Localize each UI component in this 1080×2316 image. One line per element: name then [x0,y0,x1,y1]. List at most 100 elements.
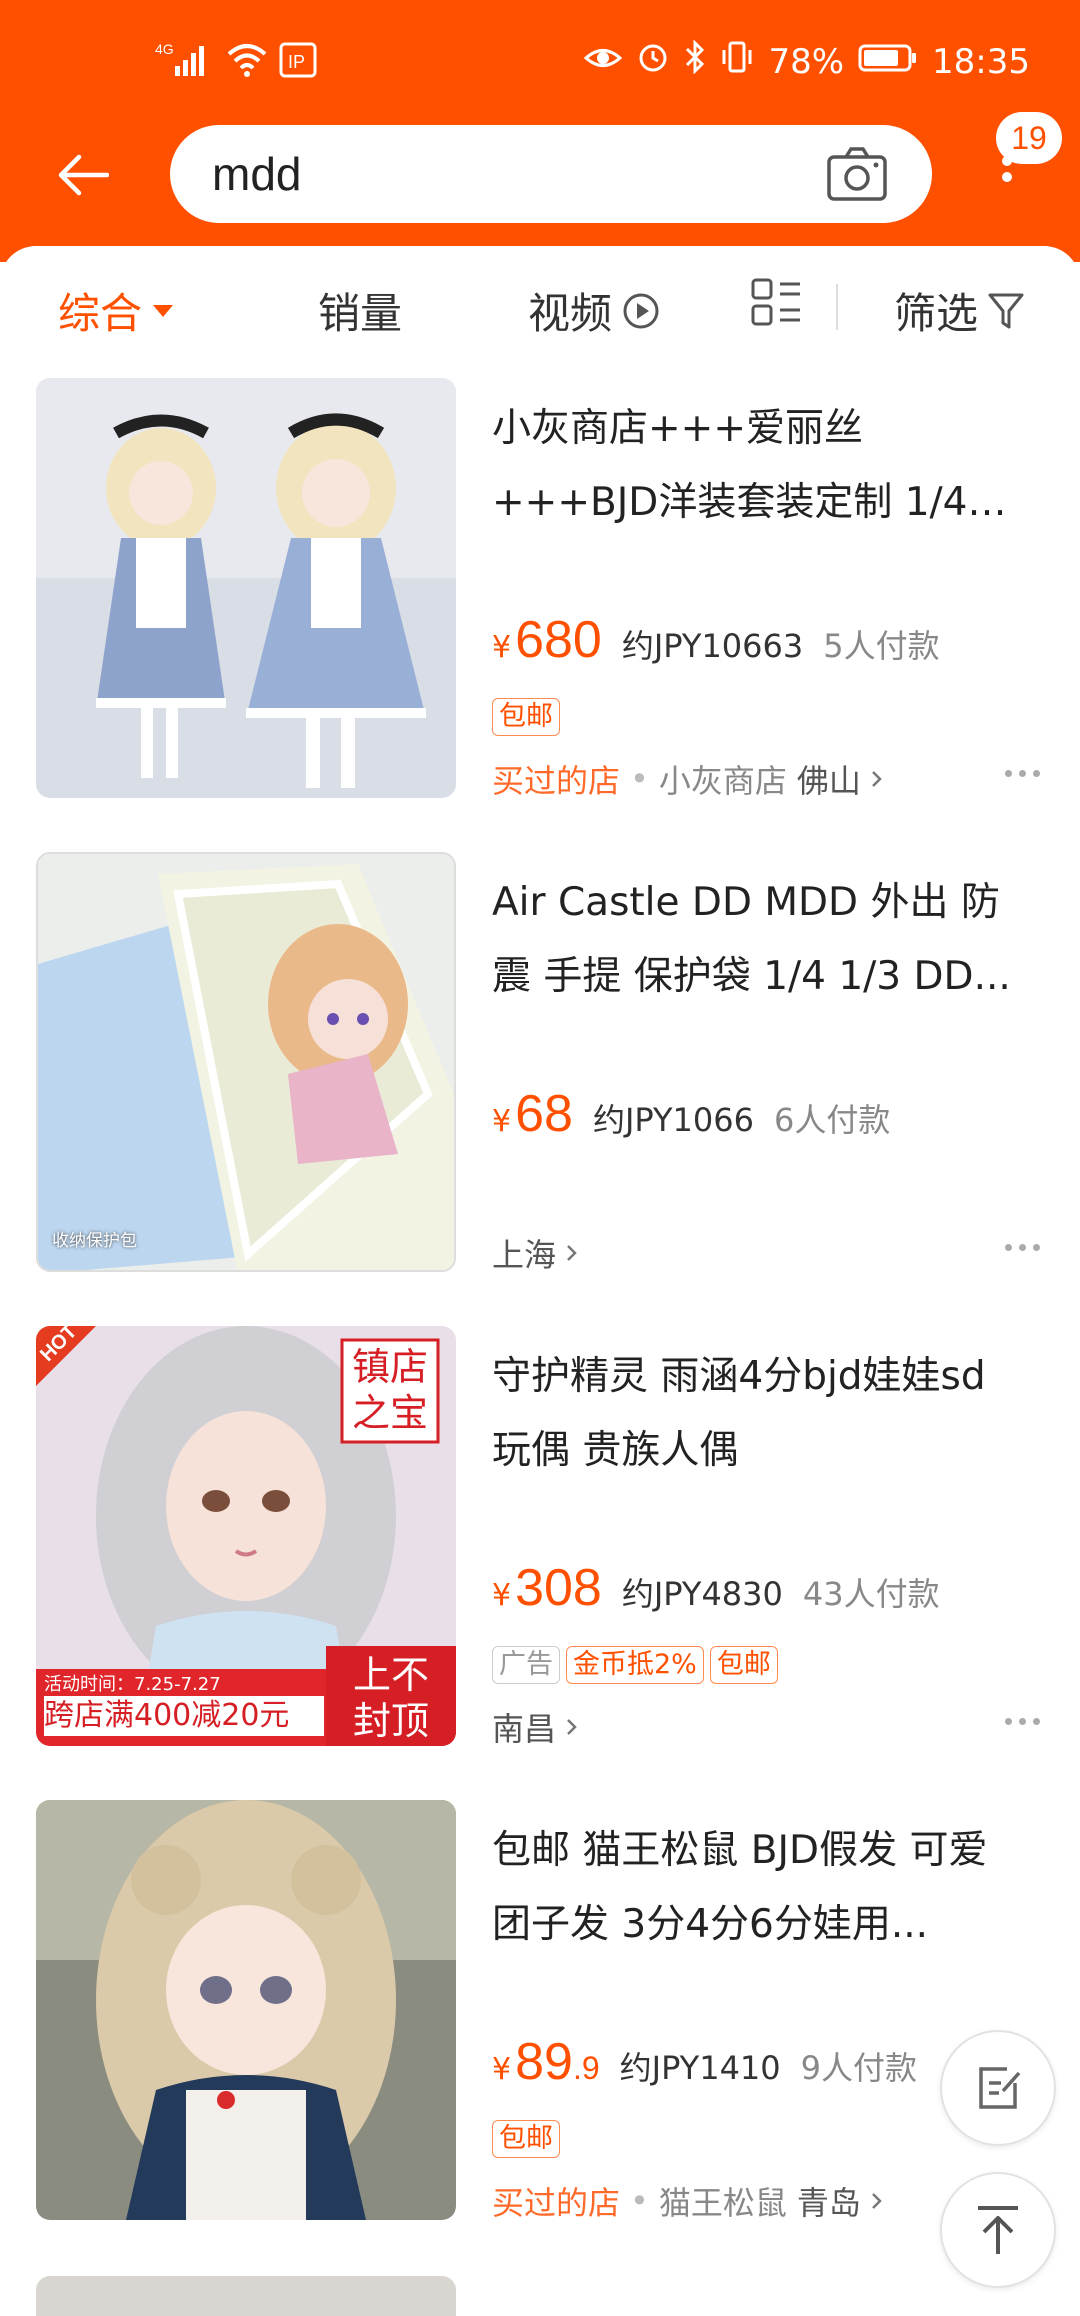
product-info: 小灰商店+++爱丽丝+++BJD洋装套装定制 1/4 MDD/MSD ¥ 680… [492,378,1052,818]
sort-tab-sales[interactable]: 销量 [318,280,402,341]
shop-row[interactable]: 买过的店 • 猫王松鼠 青岛 [492,2178,885,2224]
chevron-right-icon [872,771,882,787]
tag-row: 包邮 [492,698,560,736]
price-value: 89 [515,2033,573,2091]
product-title[interactable]: 小灰商店+++爱丽丝+++BJD洋装套装定制 1/4 MDD/MSD [492,392,1022,540]
price-row: ¥ 680 约JPY10663 5人付款 [492,610,940,670]
shop-name: 猫王松鼠 [658,2184,787,2222]
edit-note-icon [979,2067,1021,2109]
price-jpy: 约JPY4830 [621,1575,783,1613]
chevron-right-icon [567,1245,577,1261]
product-image[interactable]: 收纳保护包 [36,852,456,1272]
item-more-button[interactable] [1005,1244,1040,1251]
product-info: 包邮 猫王松鼠 BJD假发 可爱团子发 3分4分6分娃用... ¥ 89 .9 … [492,1800,1052,2240]
more-dot-icon [1005,1718,1012,1725]
status-left: 4G IP [155,40,317,89]
filter-label: 筛选 [894,289,979,338]
more-dot-icon [1019,1244,1026,1251]
product-card[interactable]: 收纳保护包 Air Castle DD MDD 外出 防震 手提 保护袋 1/4… [0,852,1080,1326]
item-more-button[interactable] [1005,1718,1040,1725]
feedback-button[interactable] [940,2030,1056,2146]
price-currency: ¥ [492,630,512,665]
price-row: ¥ 308 约JPY4830 43人付款 [492,1558,940,1618]
separator-dot: • [630,760,649,798]
price-row: ¥ 68 约JPY1066 6人付款 [492,1084,890,1144]
shop-city: 佛山 [796,762,861,800]
shop-city: 青岛 [796,2184,861,2222]
sold-count: 43人付款 [802,1575,940,1613]
sort-tab-overall-label: 综合 [58,289,143,338]
arrow-up-to-top-icon [978,2206,1018,2254]
wifi-icon [225,42,269,87]
free-shipping-tag: 包邮 [709,1646,778,1684]
more-dot-icon [1005,770,1012,777]
price-currency: ¥ [492,1578,512,1613]
price-jpy: 约JPY10663 [621,627,804,665]
battery-percent: 78% [768,41,845,82]
product-card[interactable]: 包邮 猫王松鼠 BJD假发 可爱团子发 3分4分6分娃用... ¥ 89 .9 … [0,1800,1080,2274]
promo-time: 活动时间：7.25-7.27 [44,1674,221,1695]
shop-row[interactable]: 买过的店 • 小灰商店 佛山 [492,756,885,802]
more-dot-icon [1019,1718,1026,1725]
svg-text:IP: IP [288,52,305,72]
product-card[interactable]: 小灰商店+++爱丽丝+++BJD洋装套装定制 1/4 MDD/MSD ¥ 680… [0,378,1080,852]
product-image-partial[interactable] [36,2276,456,2316]
product-card[interactable]: HOT 镇店之宝 活动时间：7.25-7.27 跨店满400减20元 上不封顶 … [0,1326,1080,1800]
item-more-button[interactable] [1005,770,1040,777]
more-dot-icon [1005,1244,1012,1251]
sort-divider [836,284,838,330]
status-right: 78% 18:35 [584,39,1030,83]
back-button[interactable] [48,140,118,210]
price-value: 308 [515,1559,602,1617]
sort-tab-video[interactable]: 视频 [528,280,660,341]
eye-icon [584,42,623,82]
chevron-right-icon [567,1719,577,1735]
sort-tab-video-label: 视频 [528,289,613,338]
price-jpy: 约JPY1066 [592,1101,754,1139]
product-title[interactable]: Air Castle DD MDD 外出 防震 手提 保护袋 1/4 1/3 D… [492,866,1022,1014]
price-currency: ¥ [492,1104,512,1139]
price-row: ¥ 89 .9 约JPY1410 9人付款 [492,2032,917,2092]
free-shipping-tag: 包邮 [492,2120,560,2158]
more-dot-icon [1033,1718,1040,1725]
more-dot-icon [1019,770,1026,777]
promo-offer: 跨店满400减20元 [44,1696,324,1736]
camera-button[interactable] [826,145,888,203]
back-to-top-button[interactable] [940,2172,1056,2288]
product-image[interactable] [36,378,456,798]
product-image[interactable]: HOT 镇店之宝 活动时间：7.25-7.27 跨店满400减20元 上不封顶 [36,1326,456,1746]
product-image[interactable] [36,1800,456,2220]
funnel-icon [988,293,1024,328]
search-input[interactable]: mdd [212,147,301,201]
price-value: 68 [515,1085,573,1143]
shop-name: 小灰商店 [658,762,787,800]
sort-tab-sales-label: 销量 [318,289,403,338]
alarm-icon [636,40,670,83]
ad-tag: 广告 [492,1646,560,1684]
sold-count: 6人付款 [773,1101,891,1139]
sold-count: 9人付款 [800,2049,918,2087]
product-title[interactable]: 守护精灵 雨涵4分bjd娃娃sd玩偶 贵族人偶 [492,1340,1022,1488]
layout-toggle-button[interactable] [750,276,802,328]
sort-tab-overall[interactable]: 综合 [58,280,174,341]
more-dot-icon [1033,770,1040,777]
caret-down-icon [153,304,174,317]
coin-discount-tag: 金币抵2% [566,1646,704,1684]
play-circle-icon [623,293,659,328]
product-title[interactable]: 包邮 猫王松鼠 BJD假发 可爱团子发 3分4分6分娃用... [492,1814,1022,1962]
separator-dot: • [630,2182,649,2220]
shop-row[interactable]: 上海 [492,1230,580,1276]
search-box[interactable]: mdd [170,125,932,223]
sort-bar: 综合 销量 视频 筛选 [0,246,1080,366]
filter-button[interactable]: 筛选 [894,280,1024,341]
tag-row: 广告 金币抵2% 包邮 [492,1646,778,1684]
camera-icon [827,147,887,201]
signal-icon: 4G [155,40,215,89]
svg-text:4G: 4G [155,41,174,57]
ip-icon: IP [279,42,317,87]
product-info: Air Castle DD MDD 外出 防震 手提 保护袋 1/4 1/3 D… [492,852,1052,1292]
shop-city: 上海 [492,1236,557,1274]
image-caption: 收纳保护包 [52,1231,137,1251]
shop-row[interactable]: 南昌 [492,1704,580,1750]
more-menu-button[interactable] [982,150,1032,210]
